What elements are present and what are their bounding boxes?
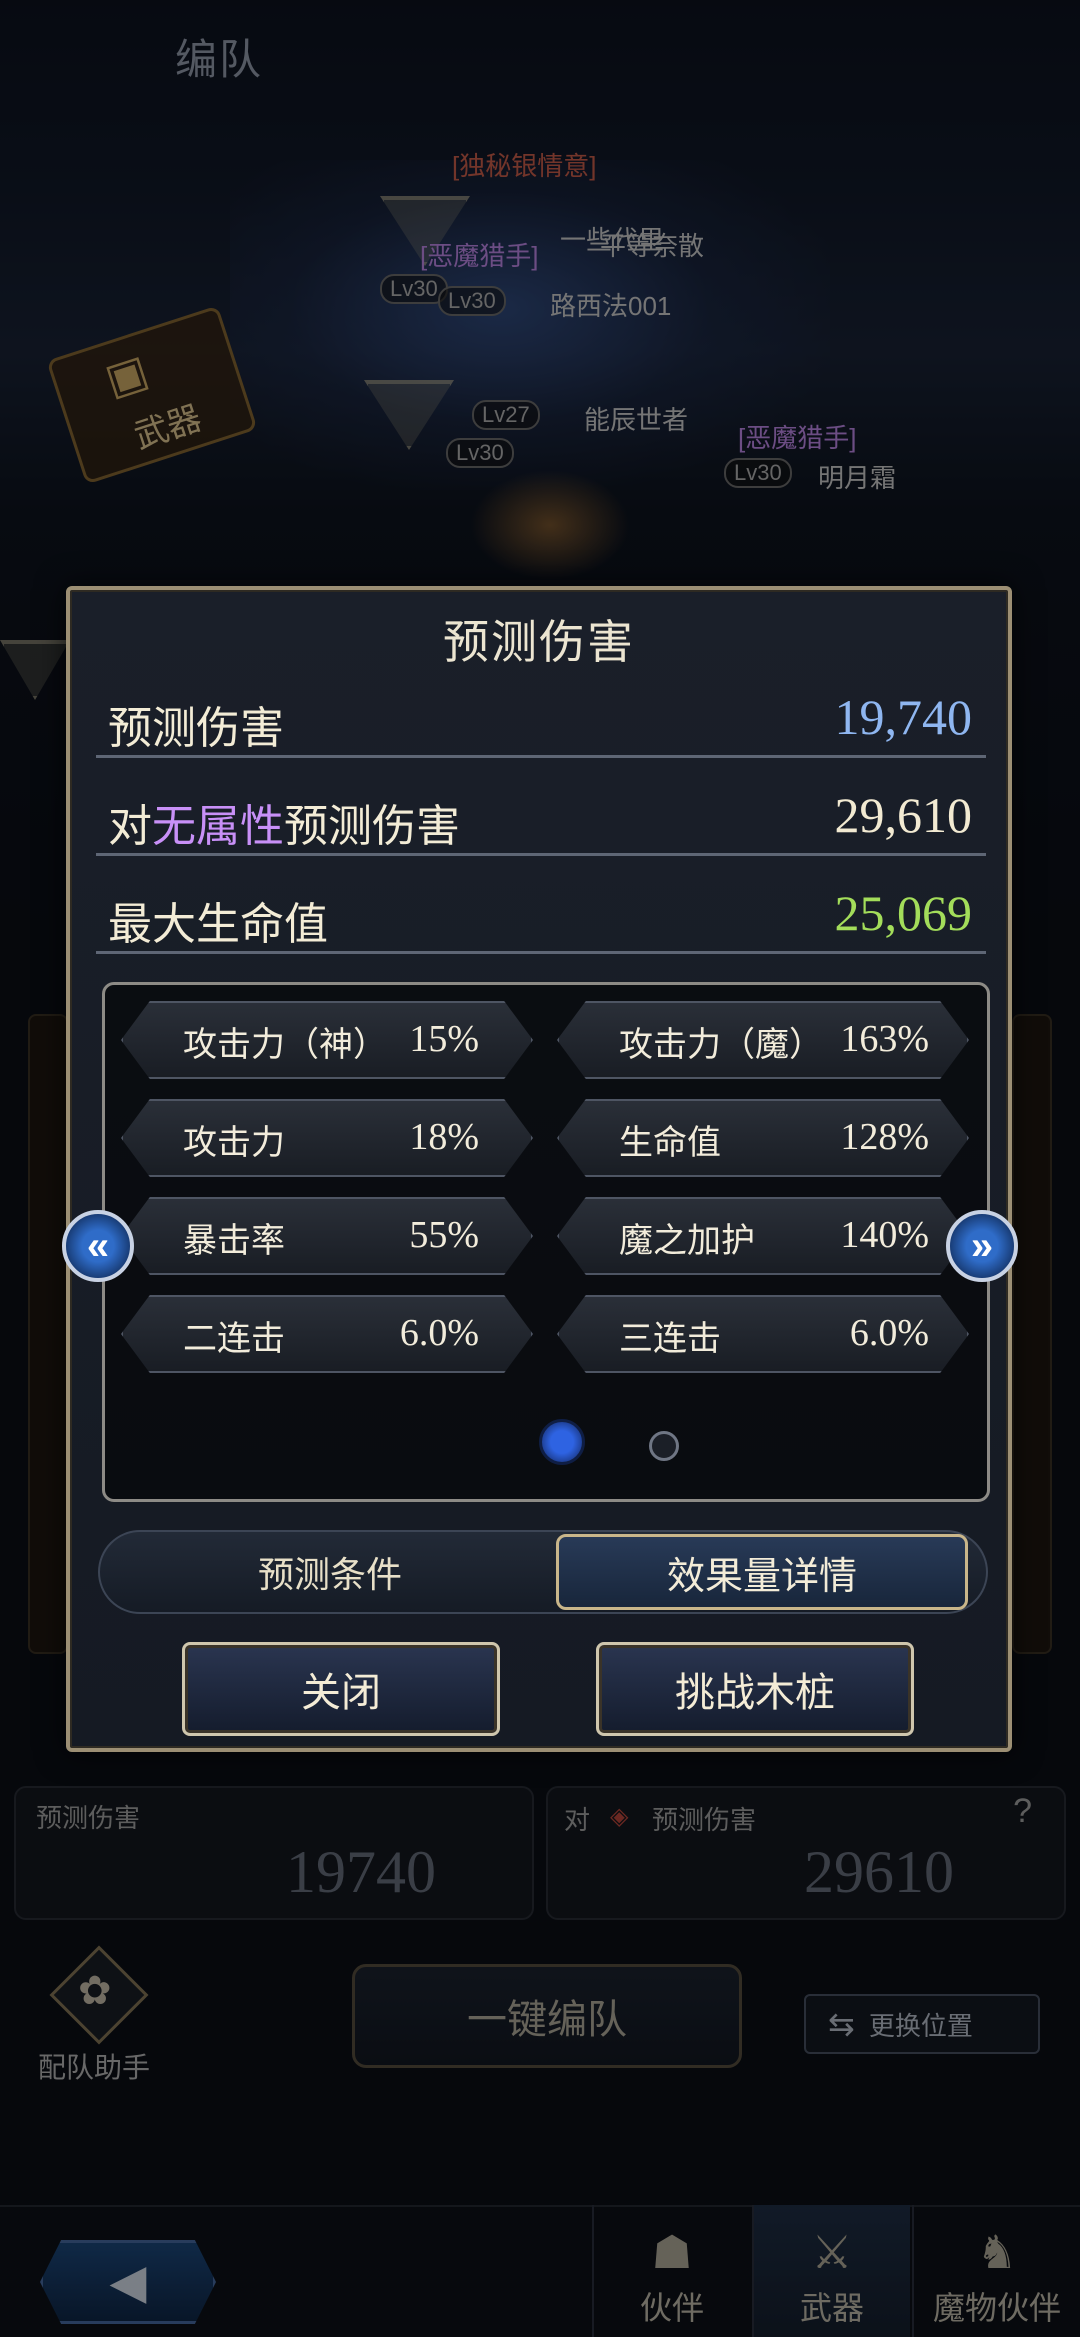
next-page-button[interactable]: » [946,1210,1018,1282]
bonus-grid: 攻击力（神） 15% 攻击力（魔） 163% 攻击力 18% 生命值 128% … [102,982,990,1502]
bonus-label: 攻击力 [183,1124,285,1162]
bonus-cell: 攻击力（神） 15% [121,1001,533,1079]
stat-value: 25,069 [834,885,973,941]
stat-prefix: 对 [108,802,152,851]
prev-page-button[interactable]: « [62,1210,134,1282]
attribute-highlight: 无属性 [152,802,284,851]
bonus-cell: 魔之加护 140% [557,1197,969,1275]
page-dot[interactable] [649,1431,679,1461]
bonus-value: 163% [840,1018,929,1060]
stat-label: 对无属性预测伤害 [108,790,460,854]
page-dot-active[interactable] [539,1419,585,1465]
predicted-damage-dialog: 预测伤害 预测伤害 19,740 对无属性预测伤害 29,610 最大生命值 2… [66,586,1012,1752]
bonus-value: 6.0% [399,1312,479,1354]
bonus-value: 128% [840,1116,929,1158]
bonus-value: 18% [409,1116,479,1158]
stat-suffix: 预测伤害 [284,802,460,851]
bonus-value: 6.0% [849,1312,929,1354]
bonus-value: 15% [409,1018,479,1060]
bonus-label: 魔之加护 [619,1222,755,1260]
bonus-cell: 暴击率 55% [121,1197,533,1275]
close-button[interactable]: 关闭 [182,1642,500,1736]
bonus-label: 攻击力（魔） [619,1026,823,1064]
detail-tabs: 预测条件 效果量详情 [98,1530,988,1614]
bonus-cell: 三连击 6.0% [557,1295,969,1373]
double-chevron-left-icon: « [86,1223,110,1268]
bonus-label: 三连击 [619,1320,721,1358]
bonus-cell: 攻击力（魔） 163% [557,1001,969,1079]
bonus-cell: 生命值 128% [557,1099,969,1177]
stat-row-vs-neutral-damage: 对无属性预测伤害 29,610 [96,772,986,856]
stat-row-predict-damage: 预测伤害 19,740 [96,674,986,758]
challenge-dummy-button[interactable]: 挑战木桩 [596,1642,914,1736]
bonus-label: 暴击率 [183,1222,285,1260]
stat-label: 预测伤害 [108,704,284,753]
bonus-label: 攻击力（神） [183,1026,387,1064]
tab-effect-details[interactable]: 效果量详情 [556,1534,968,1610]
bonus-label: 二连击 [183,1320,285,1358]
bonus-cell: 二连击 6.0% [121,1295,533,1373]
bonus-value: 140% [840,1214,929,1256]
dialog-title: 预测伤害 [443,617,635,668]
bonus-value: 55% [409,1214,479,1256]
stat-value: 29,610 [834,787,973,843]
bonus-cell: 攻击力 18% [121,1099,533,1177]
tab-predict-conditions[interactable]: 预测条件 [120,1536,540,1608]
stat-label: 最大生命值 [108,900,328,949]
bonus-label: 生命值 [619,1124,721,1162]
double-chevron-right-icon: » [970,1223,994,1268]
stat-row-max-hp: 最大生命值 25,069 [96,870,986,954]
stat-value: 19,740 [834,689,973,745]
